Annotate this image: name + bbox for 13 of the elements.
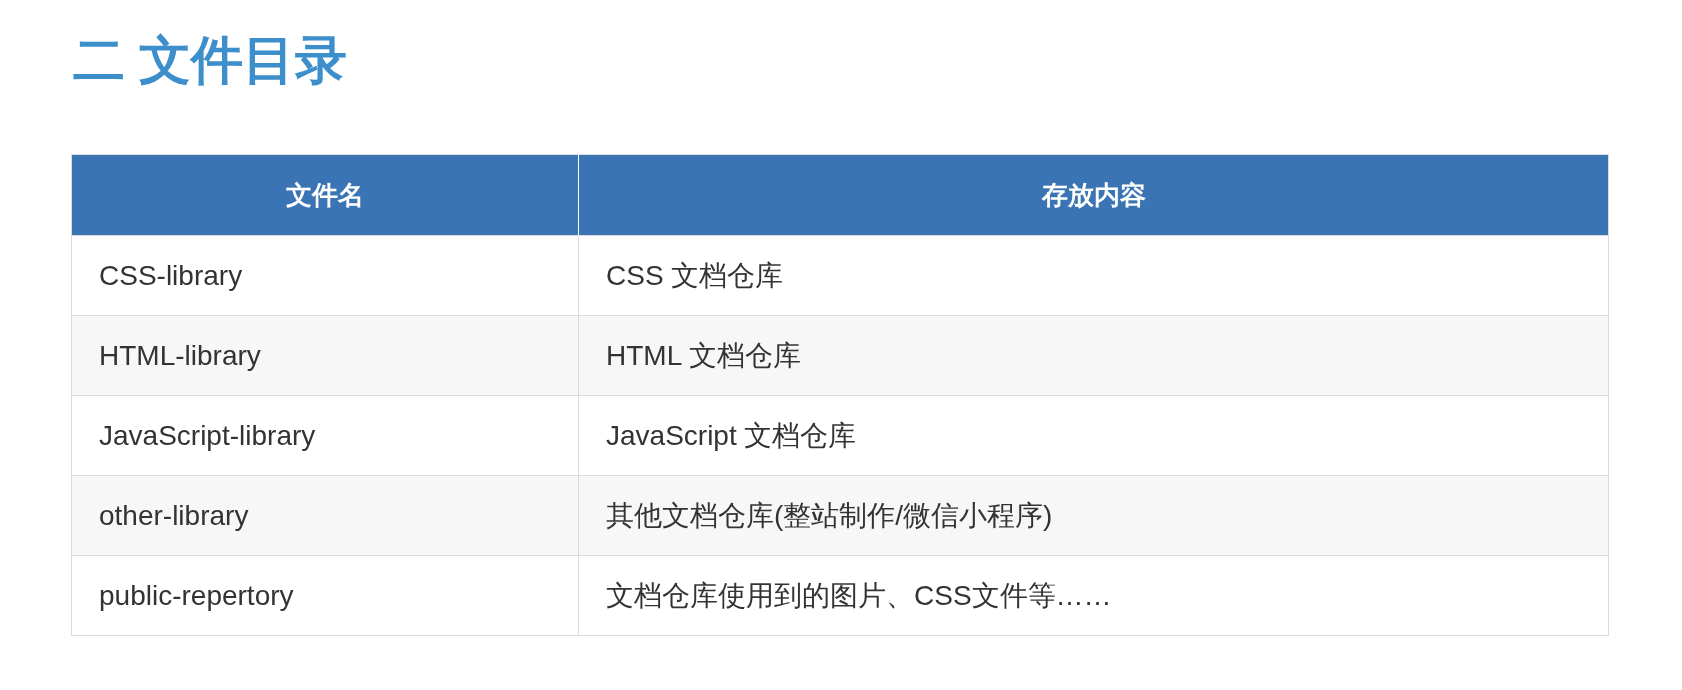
table-cell: public-repertory <box>71 555 579 636</box>
table-cell: JavaScript-library <box>71 395 579 476</box>
table-cell: CSS 文档仓库 <box>578 235 1609 316</box>
table-cell: CSS-library <box>71 235 579 316</box>
column-header: 文件名 <box>71 154 579 236</box>
table-cell: JavaScript 文档仓库 <box>578 395 1609 476</box>
table-cell: 其他文档仓库(整站制作/微信小程序) <box>578 475 1609 556</box>
table-cell: HTML 文档仓库 <box>578 315 1609 396</box>
table-cell: 文档仓库使用到的图片、CSS文件等…… <box>578 555 1609 636</box>
column-header: 存放内容 <box>578 154 1609 236</box>
section-heading: 二 文件目录 <box>73 30 349 91</box>
table-cell: HTML-library <box>71 315 579 396</box>
table-cell: other-library <box>71 475 579 556</box>
